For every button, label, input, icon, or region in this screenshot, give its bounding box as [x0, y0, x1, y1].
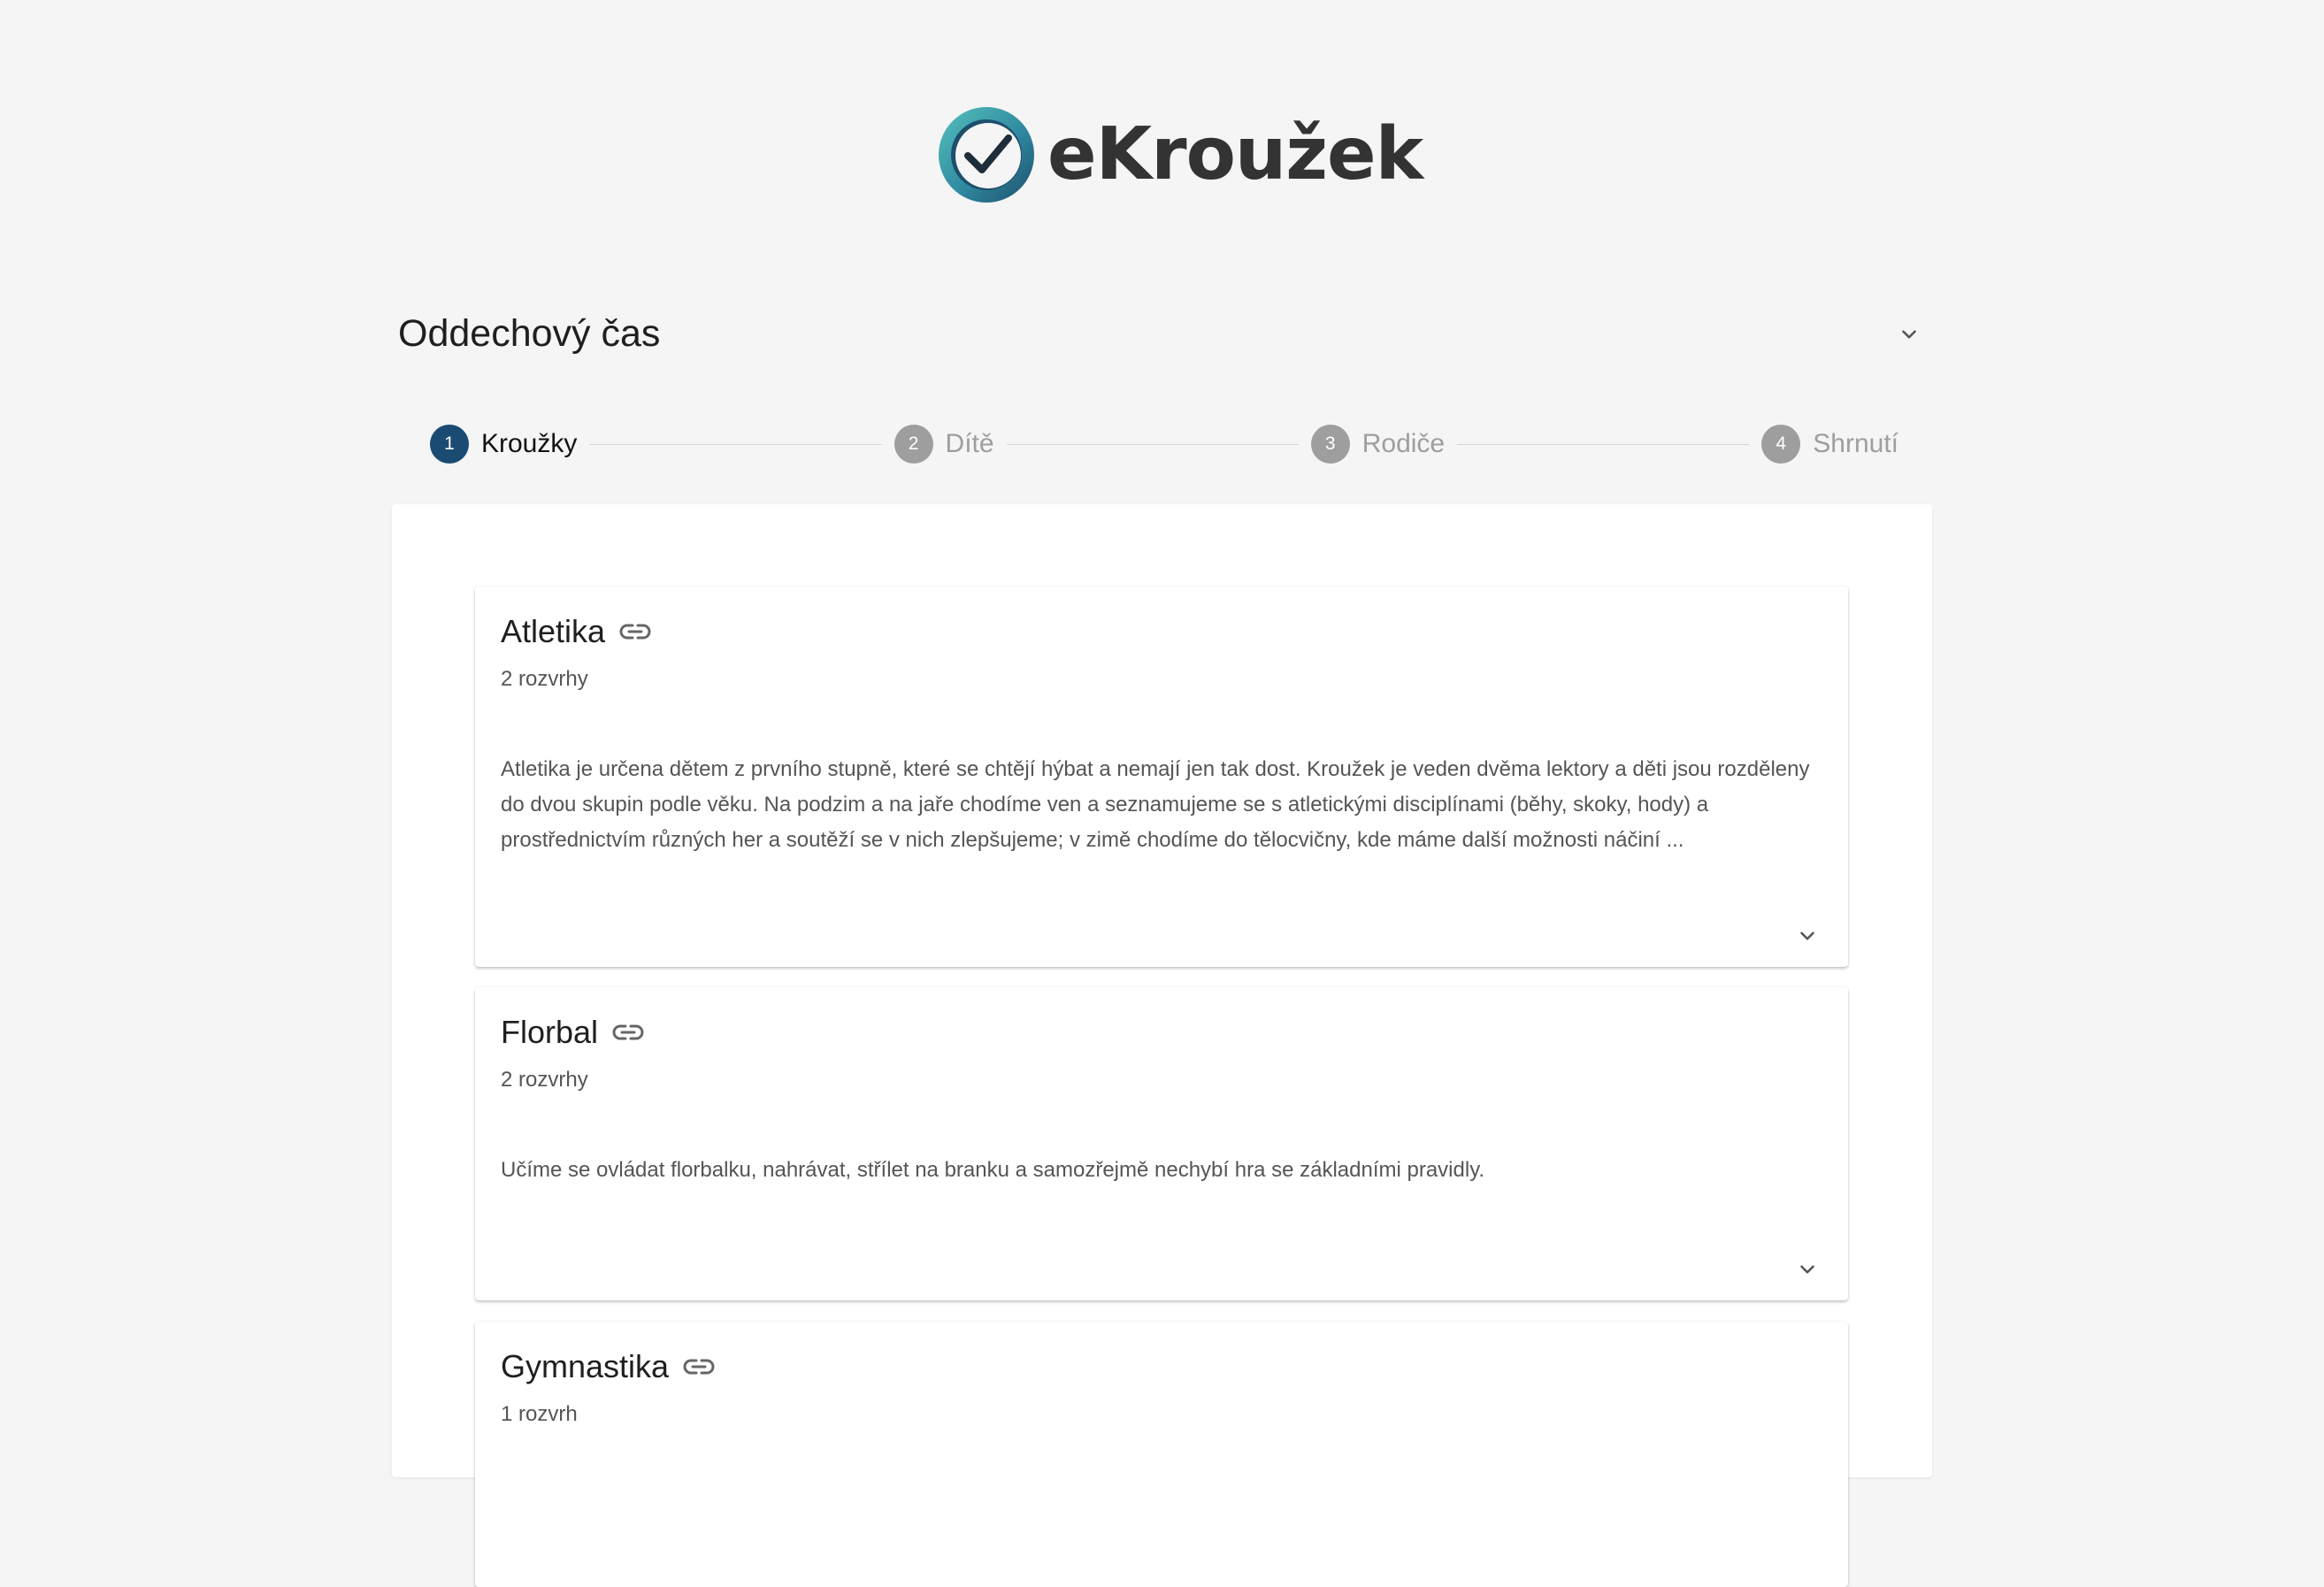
- club-title: Florbal: [501, 1014, 599, 1050]
- step-number: 1: [430, 425, 469, 464]
- section-header[interactable]: Oddechový čas: [398, 301, 1927, 367]
- club-title: Atletika: [501, 613, 606, 649]
- step-label: Rodiče: [1361, 429, 1446, 458]
- chevron-down-icon[interactable]: [1790, 1252, 1825, 1287]
- club-description: Učíme se ovládat florbalku, nahrávat, st…: [501, 1158, 1485, 1182]
- step-number: 3: [1310, 425, 1350, 464]
- club-card-atletika: Atletika 2 rozvrhy Atletika je určena dě…: [475, 586, 1848, 967]
- link-icon[interactable]: [610, 1022, 646, 1043]
- clubs-panel: Atletika 2 rozvrhy Atletika je určena dě…: [392, 504, 1932, 1587]
- section-title: Oddechový čas: [398, 312, 661, 355]
- club-title-row: Gymnastika: [501, 1348, 717, 1385]
- chevron-down-icon[interactable]: [1790, 918, 1825, 954]
- club-card-gymnastika: Gymnastika 1 rozvrh: [475, 1322, 1848, 1587]
- step-number: 4: [1761, 425, 1801, 464]
- check-circle-logo-icon: [939, 107, 1034, 203]
- step-connector: [1006, 443, 1299, 445]
- step-label: Dítě: [945, 429, 994, 458]
- step-rodice[interactable]: 3 Rodiče: [1310, 425, 1446, 464]
- club-title-row: Atletika: [501, 613, 653, 650]
- brand-name: eKroužek: [1047, 112, 1423, 196]
- club-schedule-count: 1 rozvrh: [501, 1402, 578, 1426]
- stepper: 1 Kroužky 2 Dítě 3 Rodiče 4 Shrnutí: [430, 422, 1898, 466]
- club-schedule-count: 2 rozvrhy: [501, 1068, 588, 1092]
- club-title: Gymnastika: [501, 1348, 670, 1384]
- step-shrnuti[interactable]: 4 Shrnutí: [1761, 425, 1898, 464]
- step-dite[interactable]: 2 Dítě: [894, 425, 994, 464]
- step-krouzky[interactable]: 1 Kroužky: [430, 425, 577, 464]
- chevron-down-icon[interactable]: [1891, 317, 1927, 352]
- club-schedule-count: 2 rozvrhy: [501, 667, 588, 691]
- brand-logo: eKroužek: [938, 106, 1423, 203]
- club-description: Atletika je určena dětem z prvního stupn…: [501, 757, 1810, 852]
- step-label: Shrnutí: [1813, 429, 1898, 458]
- link-icon[interactable]: [617, 621, 653, 642]
- step-label: Kroužky: [481, 429, 578, 458]
- link-icon[interactable]: [681, 1356, 717, 1377]
- step-connector: [589, 443, 882, 445]
- step-connector: [1457, 443, 1750, 445]
- club-title-row: Florbal: [501, 1014, 646, 1051]
- step-number: 2: [894, 425, 933, 464]
- club-card-florbal: Florbal 2 rozvrhy Učíme se ovládat florb…: [475, 987, 1848, 1300]
